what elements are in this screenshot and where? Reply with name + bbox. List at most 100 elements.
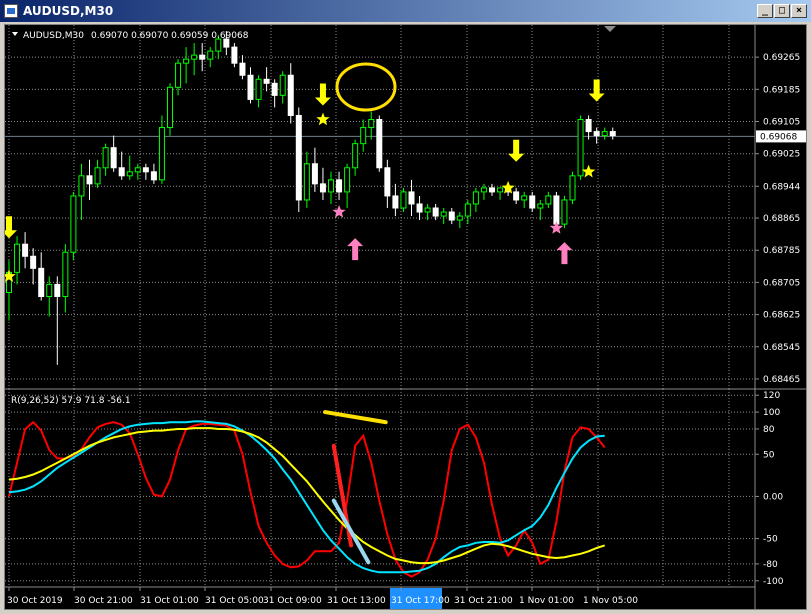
signal-star-icon [316,112,330,126]
sell-arrow-icon [588,79,605,102]
candle-body-bull [62,251,69,297]
candle [247,67,254,104]
candle-body-bear [489,187,495,193]
candle-body-bull [497,187,504,193]
indicator-tick-label: -100 [763,577,784,587]
candle [328,171,334,204]
candle [513,187,520,204]
chart-ohlc-label: 0.69070 0.69070 0.69059 0.69068 [91,31,249,41]
candle-body-bull [601,131,608,137]
candle-body-bull [279,74,286,96]
candle [497,187,504,200]
current-price-box: 0.69068 [756,130,806,143]
candle-body-bear [432,207,439,217]
signal-star-icon [549,221,564,234]
candle [191,43,198,76]
candle-body-bear [311,163,318,185]
candle-body-bull [102,147,109,169]
candle-body-bull [328,179,334,193]
candle-body-bear [553,195,560,225]
chart-area[interactable]: 0.69265 0.69185 0.69105 0.69025 0.68944 0.688… [4,24,807,610]
candle [38,252,45,301]
indicator-tick-label: -80 [763,560,778,570]
candle-body-bear [247,74,254,100]
candle [545,191,552,208]
candle-body-bull [440,211,447,217]
candle-body-bear [199,54,206,60]
candle-body-bear [271,82,278,96]
candle [279,71,286,104]
current-price-label: 0.69068 [760,132,797,142]
candle [126,155,133,180]
candle-body-bull [344,167,351,193]
candle [118,151,125,180]
candle [448,208,455,225]
candle-body-bull [14,243,21,273]
candle [102,143,109,176]
maximize-button[interactable]: □ [774,4,790,18]
candle [344,163,351,208]
candle [368,111,375,140]
candle-body-bear [513,191,520,201]
candle [593,127,600,144]
candle [62,244,69,313]
symbol-menu-triangle-icon[interactable] [12,32,18,36]
candle-body-bull [167,86,173,129]
candle [311,147,318,192]
candle [255,75,262,108]
candle [408,179,415,217]
candle-body-bear [448,211,455,221]
candle-body-bull [456,215,463,221]
shift-marker-icon[interactable] [604,26,616,32]
price-tick-label: 0.68944 [763,182,800,192]
highlight-circle-annotation [335,62,397,112]
candle-body-bear [38,267,45,297]
candle [150,163,157,184]
candle-body-bull [521,195,528,201]
sell-arrow-icon [508,139,525,162]
candle [521,191,528,208]
candle [360,119,367,152]
time-axis-labels: 30 Oct 2019 30 Oct 21:00 31 Oct 01:00 31 Oc… [7,587,638,609]
candle [295,107,302,213]
indicator-series-line-52 [8,427,605,565]
candle-body-bear [118,167,125,177]
indicator-axis-labels: 120 100 80 50 0.00 -50 -80 -100 [755,391,784,587]
candle-body-bear [416,203,423,213]
price-tick-label: 0.68705 [763,278,800,288]
candle-body-bear [231,46,238,64]
candle-body-bull [352,143,359,169]
candle-body-bull [183,58,190,64]
title-bar: AUDUSD,M30 _ □ × [0,0,811,22]
candle [287,63,294,124]
candle [384,159,391,208]
candle [352,139,359,176]
close-button[interactable]: × [791,4,807,18]
candle-body-bear [529,195,536,209]
candle [263,67,270,92]
indicator-tick-label: -50 [763,535,778,545]
price-tick-label: 0.68465 [763,375,800,385]
candle-body-bear [336,179,343,193]
time-tick-label: 31 Oct 01:00 [140,596,199,606]
signal-star-icon [581,164,596,178]
buy-arrow-icon [556,242,573,265]
indicator-tick-label: 120 [763,391,780,401]
candle [609,127,616,140]
candle [94,159,101,188]
price-tick-label: 0.68545 [763,343,800,353]
candle-body-bull [464,203,471,217]
candle [175,59,182,96]
price-tick-label: 0.69265 [763,53,800,63]
candle-body-bull [70,195,77,253]
candle [239,55,246,80]
minimize-button[interactable]: _ [757,4,773,18]
candle-body-bear [585,119,592,133]
candle [400,187,407,213]
candle-body-bull [577,119,584,177]
candle-body-bull [134,167,141,173]
candle-body-bear [593,131,600,137]
candles-layer [6,31,616,365]
candle [392,183,399,217]
candle-body-bull [368,119,375,129]
